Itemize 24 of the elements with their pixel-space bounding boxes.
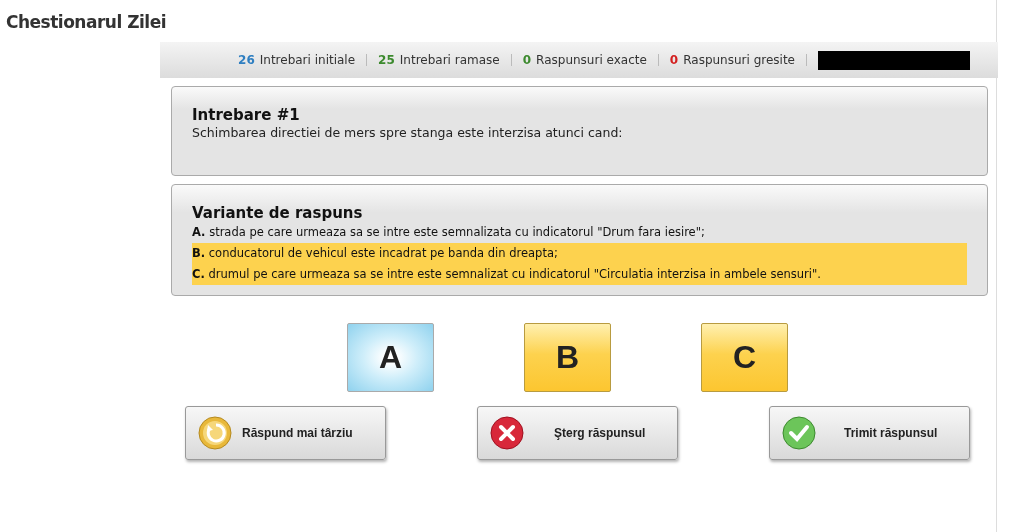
stat-count: 0 (522, 53, 532, 67)
page-title: Chestionarul Zilei (5, 11, 166, 32)
stat-count: 26 (238, 53, 255, 67)
close-icon (490, 416, 524, 450)
stat-count: 0 (669, 53, 679, 67)
answer-button[interactable]: C (701, 323, 788, 392)
answer-option: B. conducatorul de vehicul este incadrat pe banda din dreapta; (192, 243, 967, 264)
question-title: Intrebare #1 (192, 106, 300, 124)
question-text: Schimbarea directiei de mers spre stanga este interzisa atunci cand: (192, 125, 624, 140)
answers-title: Variante de raspuns (192, 204, 363, 222)
stat-label: Raspunsuri gresite (683, 53, 795, 67)
answer-option: A. strada pe care urmeaza sa se intre este semnalizata cu indicatorul "Drum fara iesire"; (192, 222, 967, 243)
stat-label: Intrebari ramase (399, 53, 500, 67)
answer-option: C. drumul pe care urmeaza sa se intre este semnalizat cu indicatorul "Circulatia interzisa in ambele sensuri". (192, 264, 967, 285)
checkmark-icon (782, 416, 816, 450)
action-button[interactable]: Trimit răspunsul (769, 406, 970, 460)
refresh-icon (198, 416, 232, 450)
stat-label: Intrebari initiale (259, 53, 356, 67)
stat-label: Raspunsuri exacte (536, 53, 647, 67)
answer-button[interactable]: B (524, 323, 611, 392)
answer-button[interactable]: A (347, 323, 434, 392)
stat-count: 25 (378, 53, 395, 67)
action-button[interactable]: Răspund mai târziu (185, 406, 386, 460)
action-button[interactable]: Şterg răspunsul (477, 406, 678, 460)
